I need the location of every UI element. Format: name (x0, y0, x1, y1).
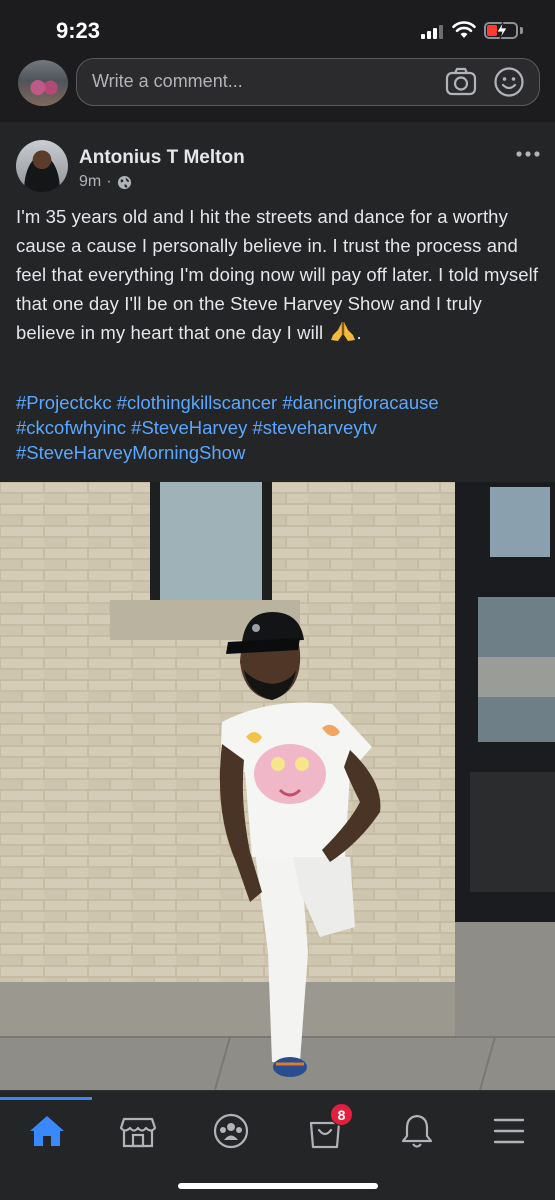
hashtag-link[interactable]: #SteveHarvey (131, 417, 247, 438)
hashtag-link[interactable]: #Projectckc (16, 392, 112, 413)
bell-icon[interactable] (397, 1111, 437, 1151)
author-avatar[interactable] (16, 140, 68, 192)
menu-icon[interactable] (489, 1111, 529, 1151)
marketplace-icon[interactable] (118, 1111, 158, 1151)
hashtags: #Projectckc #clothingkillscancer #dancin… (16, 390, 543, 465)
camera-icon[interactable] (445, 67, 477, 97)
post-meta: 9m · (79, 173, 132, 191)
more-options-icon[interactable] (515, 150, 541, 158)
folded-hands-emoji (330, 322, 355, 341)
post-card: Antonius T Melton 9m · I'm 35 years old … (0, 122, 555, 1090)
comment-input[interactable]: Write a comment... (76, 58, 540, 106)
active-tab-indicator (0, 1097, 92, 1100)
signal-icon (421, 25, 443, 39)
hashtag-link[interactable]: #clothingkillscancer (117, 392, 277, 413)
hashtag-link[interactable]: #ckcofwhyinc (16, 417, 126, 438)
notification-badge: 8 (330, 1103, 353, 1126)
post-author-name[interactable]: Antonius T Melton (79, 147, 245, 169)
post-photo[interactable] (0, 482, 555, 1090)
wifi-icon (452, 21, 476, 38)
home-indicator[interactable] (178, 1183, 378, 1189)
post-text: I'm 35 years old and I hit the streets a… (16, 202, 543, 347)
charging-bolt-icon (496, 22, 508, 39)
comment-bar: Write a comment... (0, 56, 555, 112)
hashtag-link[interactable]: #dancingforacause (282, 392, 438, 413)
hashtag-link[interactable]: #steveharveytv (253, 417, 377, 438)
avatar[interactable] (18, 60, 68, 106)
groups-icon[interactable] (211, 1111, 251, 1151)
battery-tip (520, 27, 523, 34)
meta-separator: · (106, 173, 112, 190)
facebook-post-screen: 9:23 Write a comment... Antonius T Melto… (0, 0, 555, 1200)
home-icon[interactable] (27, 1111, 67, 1151)
globe-icon (117, 175, 131, 189)
emoji-icon[interactable] (493, 66, 525, 98)
status-bar: 9:23 (0, 0, 555, 62)
status-time: 9:23 (56, 18, 101, 43)
post-body-end: . (356, 322, 362, 343)
post-body: I'm 35 years old and I hit the streets a… (16, 206, 539, 343)
hashtag-link[interactable]: #SteveHarveyMorningShow (16, 442, 245, 463)
post-time[interactable]: 9m (79, 173, 101, 191)
comment-placeholder: Write a comment... (92, 71, 243, 91)
